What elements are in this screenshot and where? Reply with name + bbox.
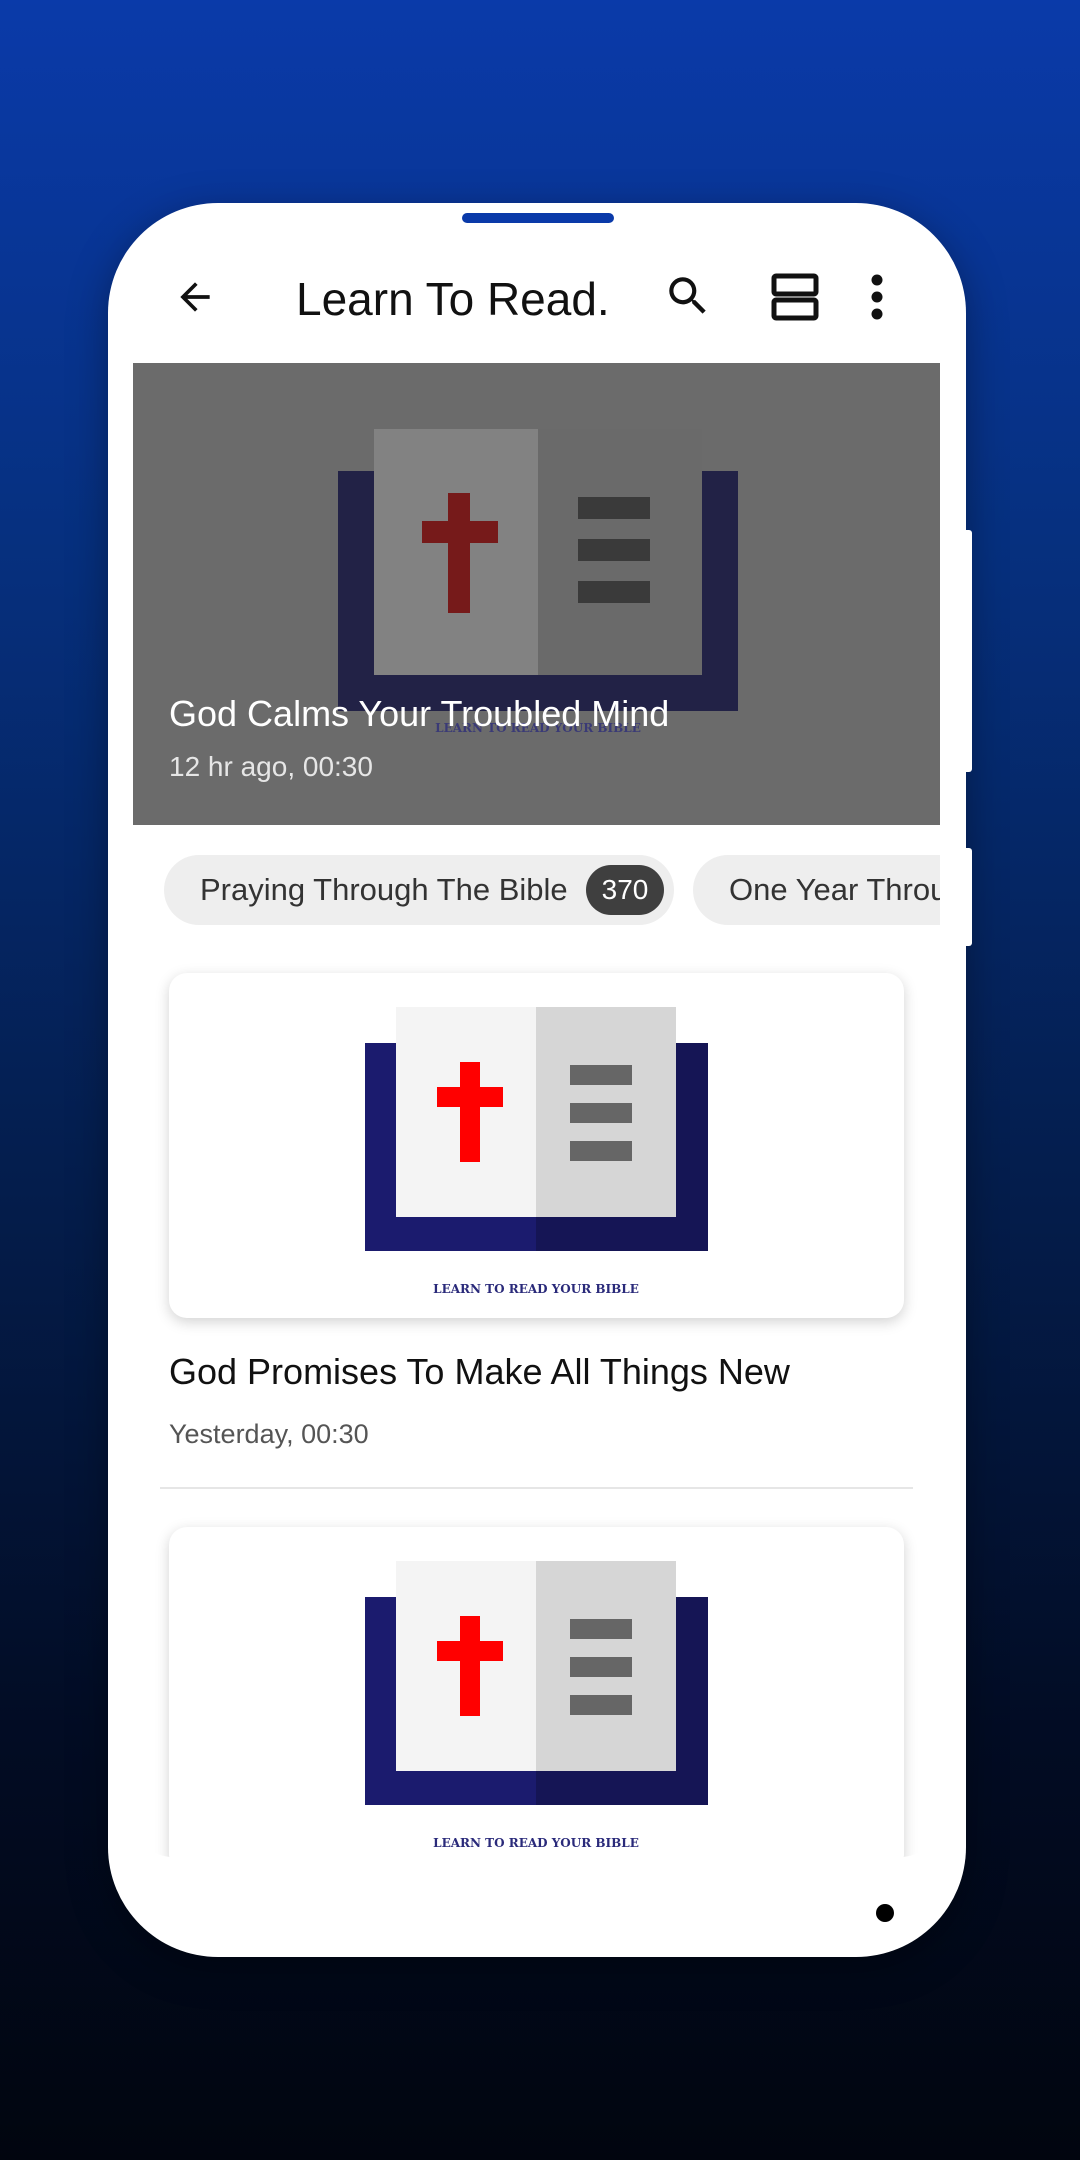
arrow-back-icon[interactable] [173,275,217,319]
episode-meta: Yesterday, 00:30 [169,1419,369,1449]
featured-episode-title: God Calms Your Troubled Mind [169,693,670,734]
navigation-dot[interactable] [876,1904,894,1922]
list-divider [160,1487,913,1489]
chip-count-badge: 370 [585,865,665,915]
episode-artwork[interactable]: LEARN TO READ YOUR BIBLE [169,1527,904,1857]
featured-episode[interactable]: LEARN TO READ YOUR BIBLE God Calms Your … [133,363,940,825]
episode-title[interactable]: God Promises To Make All Things New [169,1351,790,1393]
app-bar: Learn To Read... [133,233,940,363]
phone-side-button [962,530,972,772]
artwork-caption: LEARN TO READ YOUR BIBLE [433,1282,639,1296]
artwork-caption: LEARN TO READ YOUR BIBLE [433,1836,639,1850]
phone-speaker [462,213,614,223]
chip-one-year-through-the-bible[interactable]: One Year Through The Bible [693,855,940,925]
page-title: Learn To Read... [296,273,606,325]
chip-label: One Year Through The Bible [729,872,940,907]
phone-side-button [962,848,972,946]
app-screen: Learn To Read... LEARN TO READ YOUR BIBL… [133,233,940,1857]
more-vert-icon[interactable] [870,273,884,321]
featured-episode-meta: 12 hr ago, 00:30 [169,751,373,782]
search-icon[interactable] [663,271,713,321]
chip-label: Praying Through The Bible [200,872,568,907]
chip-praying-through-the-bible[interactable]: Praying Through The Bible 370 [164,855,674,925]
bible-artwork: LEARN TO READ YOUR BIBLE [365,1561,708,1850]
episode-artwork[interactable]: LEARN TO READ YOUR BIBLE [169,973,904,1318]
view-agenda-icon[interactable] [770,273,820,321]
bible-artwork: LEARN TO READ YOUR BIBLE [365,1007,708,1296]
category-chips: Praying Through The Bible 370 One Year T… [133,855,940,925]
